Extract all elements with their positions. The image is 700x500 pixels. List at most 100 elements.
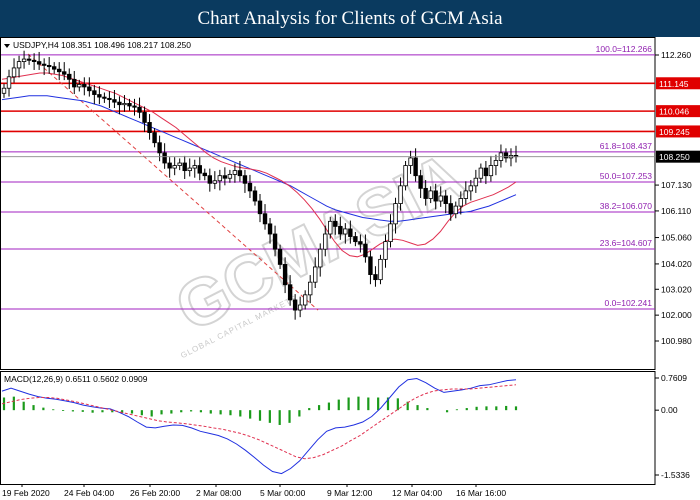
candle-body bbox=[26, 58, 32, 61]
candle-body bbox=[348, 228, 353, 237]
candle-body bbox=[428, 190, 433, 199]
candle-body bbox=[87, 86, 92, 92]
candle-body bbox=[77, 84, 82, 88]
candle-body bbox=[62, 71, 67, 75]
candle-body bbox=[242, 175, 248, 184]
candle-body bbox=[282, 264, 288, 286]
candle-body bbox=[383, 241, 388, 260]
resistance-price-label: 110.046 bbox=[659, 107, 689, 117]
candle-body bbox=[323, 233, 328, 250]
macd-y-tick-label: -1.5336 bbox=[661, 470, 690, 480]
candle-body bbox=[503, 152, 509, 159]
candle-body bbox=[318, 248, 323, 268]
candle-body bbox=[448, 203, 453, 215]
candle-body bbox=[142, 111, 147, 123]
fib-level-label: 50.0=107.253 bbox=[600, 171, 653, 181]
candle-body bbox=[247, 182, 253, 192]
y-tick-label: 102.000 bbox=[661, 310, 692, 320]
candle-body bbox=[41, 63, 47, 66]
candle-body bbox=[192, 165, 197, 169]
candle-body bbox=[453, 205, 458, 215]
candle-body bbox=[46, 64, 52, 68]
candle-body bbox=[418, 175, 423, 189]
candle-body bbox=[483, 167, 489, 177]
candle-body bbox=[277, 248, 283, 265]
fib-level-label: 100.0=112.266 bbox=[596, 44, 653, 54]
candle-body bbox=[227, 174, 233, 179]
candle-body bbox=[488, 165, 494, 177]
candle-body bbox=[202, 172, 207, 177]
candle-body bbox=[388, 223, 393, 243]
candle-body bbox=[478, 167, 484, 179]
candle-body bbox=[493, 160, 499, 166]
y-tick-label: 103.020 bbox=[661, 284, 692, 294]
candle-body bbox=[473, 177, 479, 187]
candle-body bbox=[137, 106, 142, 113]
candle-body bbox=[413, 157, 418, 177]
candle-body bbox=[267, 223, 273, 235]
y-tick-label: 105.060 bbox=[661, 233, 692, 243]
candle-body bbox=[313, 266, 318, 283]
y-tick-label: 100.980 bbox=[661, 336, 692, 346]
candle-body bbox=[167, 162, 172, 169]
x-tick-label: 19 Feb 2020 bbox=[2, 488, 50, 498]
candle-body bbox=[408, 157, 413, 166]
candle-body bbox=[1, 87, 7, 94]
candle-body bbox=[423, 187, 428, 199]
candle-body bbox=[232, 170, 238, 175]
candle-body bbox=[172, 165, 177, 169]
candle-body bbox=[363, 243, 368, 258]
candle-body bbox=[162, 152, 167, 164]
candle-body bbox=[378, 258, 383, 281]
macd-y-tick-label: 0.7609 bbox=[661, 373, 687, 383]
candle-body bbox=[152, 132, 157, 144]
candle-body bbox=[468, 185, 474, 192]
candle-body bbox=[102, 96, 107, 99]
candle-body bbox=[368, 256, 373, 275]
candle-body bbox=[297, 304, 303, 311]
candle-body bbox=[182, 162, 187, 172]
candle-body bbox=[31, 59, 37, 62]
candle-body bbox=[187, 167, 192, 172]
candle-body bbox=[217, 175, 223, 182]
candle-body bbox=[51, 66, 57, 70]
candle-body bbox=[72, 78, 77, 88]
candle-body bbox=[107, 97, 112, 101]
macd-pane-frame bbox=[0, 371, 656, 485]
candle-body bbox=[333, 220, 338, 227]
candle-body bbox=[257, 200, 263, 215]
candle-body bbox=[122, 103, 127, 106]
candle-body bbox=[177, 162, 182, 166]
resistance-price-label: 111.145 bbox=[659, 79, 689, 89]
price-chart[interactable]: GCMASIAGLOBAL CAPITAL MARKETS100.0=112.2… bbox=[0, 37, 700, 500]
candle-body bbox=[207, 175, 213, 184]
x-tick-label: 2 Mar 08:00 bbox=[196, 488, 242, 498]
x-tick-label: 16 Mar 16:00 bbox=[456, 488, 506, 498]
candle-body bbox=[237, 170, 243, 177]
y-tick-label: 112.260 bbox=[661, 50, 691, 60]
candle-body bbox=[433, 190, 438, 202]
candle-body bbox=[16, 61, 22, 69]
current-price-label: 108.250 bbox=[659, 152, 690, 162]
candle-body bbox=[147, 122, 152, 133]
candle-body bbox=[272, 233, 278, 250]
chart-title: USDJPY,H4 108.351 108.496 108.217 108.25… bbox=[13, 40, 191, 50]
candle-body bbox=[287, 284, 293, 301]
macd-title: MACD(12,26,9) 0.6511 0.5602 0.0909 bbox=[4, 374, 148, 384]
candle-body bbox=[212, 180, 218, 184]
candle-body bbox=[57, 68, 62, 73]
candle-body bbox=[97, 94, 102, 98]
candle-body bbox=[343, 228, 348, 235]
candle-body bbox=[262, 213, 268, 225]
y-tick-label: 104.020 bbox=[661, 259, 692, 269]
candle-body bbox=[353, 236, 358, 243]
fib-level-label: 38.2=106.070 bbox=[600, 201, 653, 211]
fib-level-label: 0.0=102.241 bbox=[604, 298, 652, 308]
candle-body bbox=[443, 195, 448, 204]
macd-y-tick-label: 0.00 bbox=[661, 405, 678, 415]
candle-body bbox=[398, 185, 403, 204]
banner-title: Chart Analysis for Clients of GCM Asia bbox=[0, 0, 700, 37]
resistance-price-label: 109.245 bbox=[659, 127, 690, 137]
candle-body bbox=[132, 105, 137, 108]
candle-body bbox=[338, 225, 343, 235]
